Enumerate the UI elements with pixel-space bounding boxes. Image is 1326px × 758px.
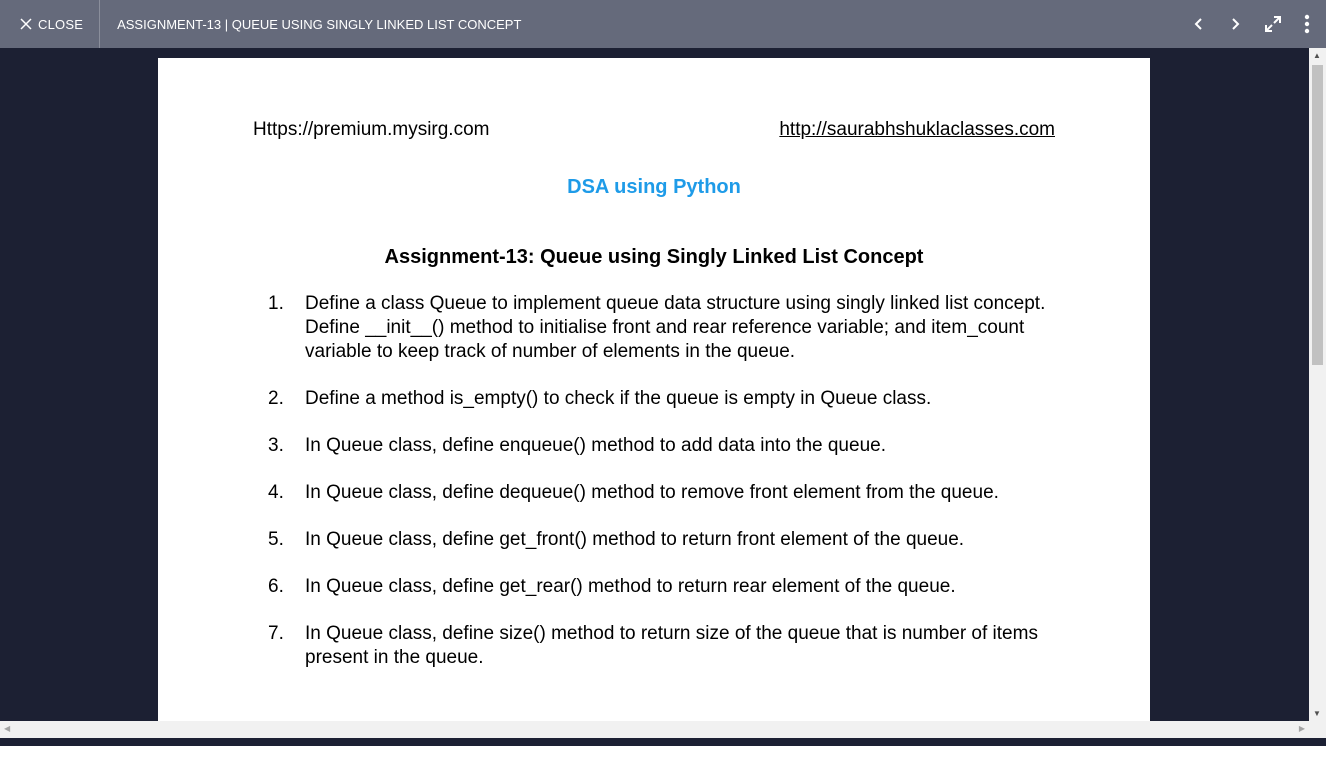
document-page: Https://premium.mysirg.com http://saurab… [158, 58, 1150, 721]
vertical-scroll-thumb[interactable] [1312, 65, 1323, 365]
bottom-strip [0, 738, 1326, 758]
assignment-title: Assignment-13: Queue using Singly Linked… [384, 246, 924, 268]
scroll-right-icon[interactable]: ▶ [1299, 724, 1305, 733]
question-list: 1. Define a class Queue to implement queu… [268, 292, 1048, 693]
scrollbar-corner [1309, 721, 1326, 738]
chevron-right-icon [1232, 18, 1240, 30]
item-number: 3. [268, 435, 284, 456]
item-number: 5. [268, 529, 284, 550]
header-right-link[interactable]: http://saurabhshuklaclasses.com [779, 119, 1055, 141]
item-text: In Queue class, define get_rear() method… [305, 576, 956, 597]
item-number: 6. [268, 576, 284, 597]
more-vert-icon [1304, 14, 1310, 34]
close-button[interactable]: CLOSE [0, 0, 101, 48]
course-title: DSA using Python [567, 176, 741, 198]
item-text: Define a class Queue to implement queue … [305, 293, 1046, 362]
horizontal-scrollbar[interactable]: ◀ ▶ [0, 721, 1309, 738]
item-text: In Queue class, define dequeue() method … [305, 482, 999, 503]
chevron-left-icon [1194, 18, 1202, 30]
item-number: 7. [268, 623, 284, 644]
close-icon [20, 18, 32, 30]
document-viewer[interactable]: Https://premium.mysirg.com http://saurab… [0, 48, 1309, 721]
item-text: In Queue class, define get_front() metho… [305, 529, 965, 550]
more-options-button[interactable] [1304, 14, 1310, 34]
scroll-down-icon[interactable]: ▼ [1313, 709, 1321, 718]
list-item: 4. In Queue class, define dequeue() metho… [268, 481, 1048, 505]
item-text: In Queue class, define size() method to … [305, 623, 1038, 668]
list-item: 6. In Queue class, define get_rear() meth… [268, 575, 1048, 599]
scroll-up-icon[interactable]: ▲ [1313, 51, 1321, 60]
expand-icon [1265, 16, 1281, 32]
list-item: 3. In Queue class, define enqueue() metho… [268, 434, 1048, 458]
item-text: Define a method is_empty() to check if t… [305, 388, 932, 409]
item-number: 2. [268, 388, 284, 409]
item-number: 1. [268, 293, 284, 314]
header-left-url: Https://premium.mysirg.com [253, 119, 490, 140]
viewer-toolbar: CLOSE ASSIGNMENT-13 | QUEUE USING SINGLY… [0, 0, 1326, 48]
item-number: 4. [268, 482, 284, 503]
list-item: 2. Define a method is_empty() to check if… [268, 387, 1048, 411]
list-item: 1. Define a class Queue to implement queu… [268, 292, 1048, 364]
previous-button[interactable] [1192, 17, 1206, 31]
fullscreen-button[interactable] [1264, 15, 1282, 33]
scroll-left-icon[interactable]: ◀ [4, 724, 10, 733]
document-title: ASSIGNMENT-13 | QUEUE USING SINGLY LINKE… [117, 16, 522, 32]
close-label: CLOSE [38, 16, 84, 32]
next-button[interactable] [1228, 17, 1242, 31]
list-item: 5. In Queue class, define get_front() met… [268, 528, 1048, 552]
list-item: 7. In Queue class, define size() method t… [268, 622, 1048, 670]
item-text: In Queue class, define enqueue() method … [305, 435, 886, 456]
vertical-scrollbar[interactable]: ▲ ▼ [1309, 48, 1326, 721]
